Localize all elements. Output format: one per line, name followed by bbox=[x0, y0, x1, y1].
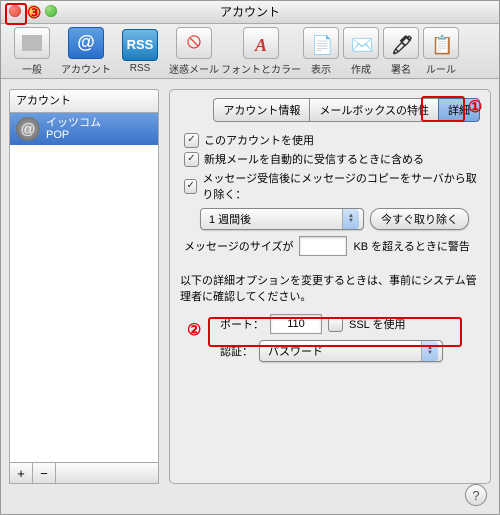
auth-select[interactable]: パスワード ▲▼ bbox=[259, 340, 443, 362]
tb-rss[interactable]: RSS RSS bbox=[113, 29, 167, 74]
rules-icon: 📋 bbox=[423, 27, 459, 59]
titlebar: アカウント bbox=[1, 1, 499, 24]
sidebar-buttons: + − bbox=[9, 462, 159, 484]
ssl-checkbox[interactable] bbox=[328, 317, 343, 332]
signatures-icon: 🖊 bbox=[383, 27, 419, 59]
toolbar: 一般 @ アカウント RSS RSS 🚫 迷惑メール A フォントとカラー 📄 … bbox=[1, 24, 499, 79]
accounts-list[interactable]: @ イッツコム POP bbox=[9, 112, 159, 462]
size-field[interactable] bbox=[299, 236, 347, 256]
tb-signatures[interactable]: 🖊 署名 bbox=[381, 27, 421, 76]
chevron-updown-icon: ▲▼ bbox=[421, 341, 438, 361]
minimize-icon[interactable] bbox=[27, 5, 39, 17]
tb-composing[interactable]: ✉️ 作成 bbox=[341, 27, 381, 76]
advanced-note: 以下の詳細オプションを変更するときは、事前にシステム管理者に確認してください。 bbox=[180, 272, 480, 304]
junk-icon: 🚫 bbox=[176, 27, 212, 59]
window-controls bbox=[9, 5, 57, 17]
include-auto-checkbox[interactable] bbox=[184, 152, 199, 167]
use-account-checkbox[interactable] bbox=[184, 133, 199, 148]
sidebar-header: アカウント bbox=[9, 89, 159, 112]
account-type: POP bbox=[46, 129, 101, 141]
close-icon[interactable] bbox=[9, 5, 21, 17]
remove-copy-checkbox[interactable] bbox=[184, 179, 197, 194]
accounts-sidebar: アカウント @ イッツコム POP + − bbox=[9, 89, 159, 484]
tb-fonts[interactable]: A フォントとカラー bbox=[221, 27, 301, 76]
auth-label: 認証： bbox=[220, 343, 253, 359]
composing-icon: ✉️ bbox=[343, 27, 379, 59]
chevron-updown-icon: ▲▼ bbox=[342, 209, 359, 229]
tab-bar: アカウント情報 メールボックスの特性 詳細 bbox=[180, 98, 480, 122]
detail-panel: アカウント情報 メールボックスの特性 詳細 このアカウントを使用 新規メールを自… bbox=[169, 89, 491, 484]
tb-accounts[interactable]: @ アカウント bbox=[59, 27, 113, 76]
remove-now-button[interactable]: 今すぐ取り除く bbox=[370, 208, 469, 230]
account-row[interactable]: @ イッツコム POP bbox=[10, 113, 158, 145]
viewing-icon: 📄 bbox=[303, 27, 339, 59]
preferences-window: アカウント 一般 @ アカウント RSS RSS 🚫 迷惑メール A フォントと… bbox=[0, 0, 500, 515]
add-account-button[interactable]: + bbox=[10, 463, 33, 483]
at-icon: @ bbox=[16, 117, 40, 141]
help-button[interactable]: ? bbox=[465, 484, 487, 506]
tb-viewing[interactable]: 📄 表示 bbox=[301, 27, 341, 76]
rss-icon: RSS bbox=[122, 29, 158, 61]
remove-account-button[interactable]: − bbox=[33, 463, 56, 483]
tab-advanced[interactable]: 詳細 bbox=[438, 98, 480, 122]
tb-rules[interactable]: 📋 ルール bbox=[421, 27, 461, 76]
tab-mailbox[interactable]: メールボックスの特性 bbox=[309, 98, 438, 122]
port-field[interactable]: 110 bbox=[270, 314, 322, 334]
window-title: アカウント bbox=[220, 5, 280, 19]
account-name: イッツコム bbox=[46, 117, 101, 129]
port-label: ポート： bbox=[220, 316, 264, 332]
at-icon: @ bbox=[68, 27, 104, 59]
tb-junk[interactable]: 🚫 迷惑メール bbox=[167, 27, 221, 76]
zoom-icon[interactable] bbox=[45, 5, 57, 17]
tab-account-info[interactable]: アカウント情報 bbox=[213, 98, 309, 122]
tb-general[interactable]: 一般 bbox=[5, 27, 59, 76]
fonts-icon: A bbox=[243, 27, 279, 59]
remove-after-select[interactable]: 1 週間後 ▲▼ bbox=[200, 208, 364, 230]
